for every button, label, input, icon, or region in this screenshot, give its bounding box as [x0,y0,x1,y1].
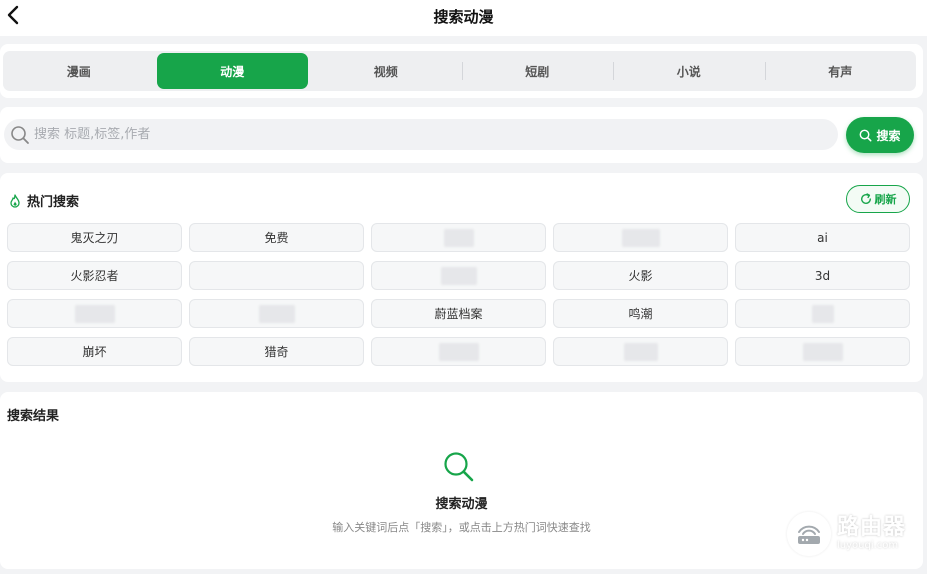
refresh-icon [860,193,871,204]
blurred-text [623,342,658,361]
empty-state-description: 输入关键词后点「搜索」，或点击上方热门词快速查找 [332,521,591,534]
blurred-text [438,342,479,361]
blurred-text [74,304,115,323]
search-icon [10,125,30,145]
hot-tag[interactable]: 鸣潮 [553,299,728,328]
watermark-text: 路由器 luyouqi.com [837,517,906,551]
hot-tag[interactable]: 崩坏 [7,337,182,366]
tab-video[interactable]: 视频 [310,51,462,91]
search-icon [860,129,872,141]
watermark-name: 路由器 [837,515,907,540]
hot-tag-blurred[interactable] [735,299,910,328]
search-card [0,107,923,163]
hot-tag[interactable]: 免费 [189,223,364,252]
results-title: 搜索结果 [7,409,60,424]
tab-audio[interactable]: 有声 [764,51,917,91]
search-button-label: 搜索 [876,128,901,143]
hot-tag-blurred[interactable] [371,261,546,290]
empty-state-title: 搜索动漫 [435,497,488,512]
flame-icon [10,193,20,208]
hot-search-title: 热门搜索 [27,195,80,210]
hot-tag[interactable]: 火影 [553,261,728,290]
page-title: 搜索动漫 [433,8,494,26]
hot-tag[interactable]: 鬼灭之刃 [7,223,182,252]
watermark: 路由器 luyouqi.com [787,512,906,556]
hot-tag-blurred[interactable] [189,299,364,328]
blurred-text [621,228,660,247]
hot-tag[interactable]: 火影忍者 [7,261,182,290]
category-tabs-card: 漫画 动漫 视频 短剧 小说 有声 [0,44,923,98]
hot-tag-blurred[interactable] [7,299,182,328]
hot-tag[interactable]: 蔚蓝档案 [371,299,546,328]
tab-anime[interactable]: 动漫 [156,53,308,89]
watermark-url: luyouqi.com [837,540,899,551]
blurred-text [802,342,843,361]
hot-tag[interactable]: 3d [735,261,910,290]
tab-manhua[interactable]: 漫画 [3,51,155,91]
header-bar: 搜索动漫 [0,0,927,36]
hot-tag-blurred[interactable] [371,223,546,252]
empty-search-icon [442,450,476,488]
hot-search-card: 热门搜索 鬼灭之刃 免费 ai 火影忍者 火影 3d 蔚蓝档案 鸣潮 崩坏 猎奇 [0,173,923,382]
tab-novel[interactable]: 小说 [613,51,765,91]
category-tabs: 漫画 动漫 视频 短剧 小说 有声 [3,51,916,91]
hot-tag[interactable]: 猎奇 [189,337,364,366]
hot-tag-blurred[interactable] [189,261,364,290]
search-results-card: 搜索结果 搜索动漫 输入关键词后点「搜索」，或点击上方热门词快速查找 [0,392,923,569]
blurred-text [258,304,295,323]
hot-tag-blurred[interactable] [735,337,910,366]
hot-tag[interactable]: ai [735,223,910,252]
hot-search-heading: 热门搜索 [9,191,79,210]
router-logo-icon [787,512,831,556]
hot-tag-blurred[interactable] [553,223,728,252]
hot-tag-blurred[interactable] [553,337,728,366]
search-box[interactable] [4,119,838,150]
blurred-text [440,266,477,285]
hot-tag-grid: 鬼灭之刃 免费 ai 火影忍者 火影 3d 蔚蓝档案 鸣潮 崩坏 猎奇 [7,223,910,366]
blurred-text [811,304,834,323]
blurred-text [443,228,474,247]
refresh-label: 刷新 [874,193,897,206]
refresh-button[interactable]: 刷新 [846,185,910,213]
hot-tag-blurred[interactable] [371,337,546,366]
tab-short-drama[interactable]: 短剧 [461,51,614,91]
search-input[interactable] [34,127,838,142]
search-button[interactable]: 搜索 [846,117,914,153]
